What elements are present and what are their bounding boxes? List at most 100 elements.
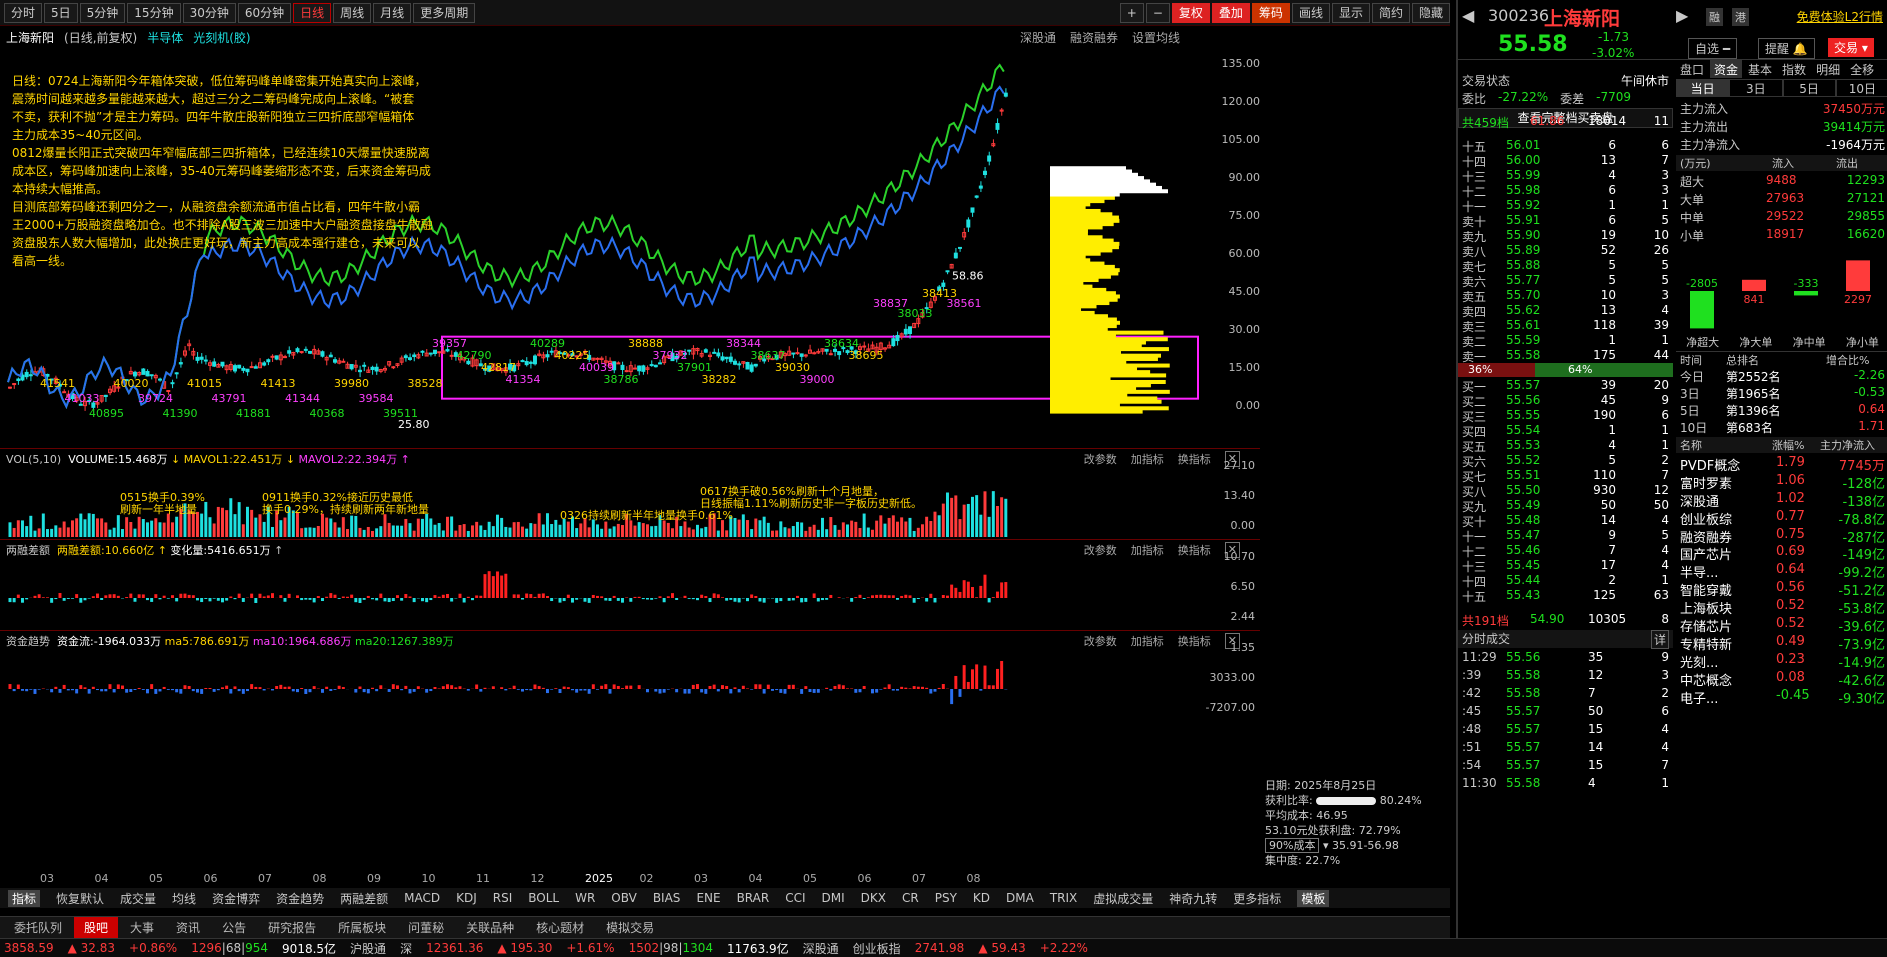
indicator-10[interactable]: BOLL (528, 891, 559, 905)
indicator-25[interactable]: 神奇九转 (1169, 890, 1217, 907)
header-link-2[interactable]: 设置均线 (1132, 29, 1180, 46)
fund-tab-0[interactable]: 盘口 (1676, 60, 1708, 78)
toolbar-btn-5[interactable]: 简约 (1371, 2, 1410, 23)
period-5[interactable]: 60分钟 (237, 2, 292, 23)
indicator-24[interactable]: 虚拟成交量 (1093, 890, 1153, 907)
bottom-tab-4[interactable]: 公告 (212, 917, 256, 938)
next-stock-icon[interactable]: ▶ (1676, 6, 1688, 25)
concept-row[interactable]: 深股通 1.02 -138亿 (1676, 491, 1887, 510)
concept-row[interactable]: 电子... -0.45 -9.30亿 (1676, 688, 1887, 707)
bottom-tab-10[interactable]: 模拟交易 (596, 917, 664, 938)
buy-level[interactable]: 十五 55.43 125 63 (1458, 588, 1673, 607)
indicator-22[interactable]: DMA (1006, 891, 1034, 905)
indicator-13[interactable]: BIAS (653, 891, 681, 905)
bottom-tab-5[interactable]: 研究报告 (258, 917, 326, 938)
indicator-2[interactable]: 成交量 (120, 890, 156, 907)
toolbar-btn-4[interactable]: 显示 (1331, 2, 1370, 23)
fund-subtab-1[interactable]: 3日 (1729, 79, 1783, 97)
fund-tab-3[interactable]: 指数 (1778, 60, 1810, 78)
ticks-detail-button[interactable]: 详 (1650, 630, 1669, 649)
concept-row[interactable]: 融资融券 0.75 -287亿 (1676, 527, 1887, 546)
toolbar-btn-0[interactable]: 复权 (1171, 2, 1210, 23)
indicator-18[interactable]: DKX (861, 891, 886, 905)
indicator-8[interactable]: KDJ (456, 891, 477, 905)
indicator-6[interactable]: 两融差额 (340, 890, 388, 907)
bottom-tab-6[interactable]: 所属板块 (328, 917, 396, 938)
indicator-23[interactable]: TRIX (1050, 891, 1077, 905)
concept-flow: -9.30亿 (1838, 691, 1885, 707)
concept-row[interactable]: 存储芯片 0.52 -39.6亿 (1676, 616, 1887, 635)
indicator-4[interactable]: 资金博弈 (212, 890, 260, 907)
indicator-3[interactable]: 均线 (172, 890, 196, 907)
concept-lithography[interactable]: 光刻机(胶) (193, 29, 250, 46)
cost-select[interactable]: 90%成本 (1265, 838, 1320, 853)
concept-row[interactable]: PVDF概念 1.79 7745万 (1676, 455, 1887, 474)
fund-tab-2[interactable]: 基本 (1744, 60, 1776, 78)
concept-row[interactable]: 国产芯片 0.69 -149亿 (1676, 544, 1887, 563)
bottom-tab-0[interactable]: 委托队列 (4, 917, 72, 938)
period-9[interactable]: 更多周期 (413, 2, 476, 23)
minus-icon[interactable]: − (1145, 2, 1170, 23)
period-1[interactable]: 5日 (44, 2, 78, 23)
remind-button[interactable]: 提醒 🔔 (1758, 38, 1815, 59)
indicator-1[interactable]: 恢复默认 (56, 890, 104, 907)
concept-row[interactable]: 中芯概念 0.08 -42.6亿 (1676, 670, 1887, 689)
period-2[interactable]: 5分钟 (79, 2, 126, 23)
sgt-link[interactable]: 深股通 (803, 940, 839, 957)
header-link-1[interactable]: 融资融券 (1070, 29, 1118, 46)
indicator-0[interactable]: 指标 (8, 889, 41, 907)
l2-trial-link[interactable]: 免费体验L2行情 (1797, 8, 1883, 25)
self-select-button[interactable]: 自选 ━ (1688, 38, 1738, 59)
margin-bar (396, 595, 399, 598)
bottom-tab-9[interactable]: 核心题材 (526, 917, 594, 938)
indicator-7[interactable]: MACD (404, 891, 440, 905)
indicator-20[interactable]: PSY (935, 891, 957, 905)
concept-row[interactable]: 专精特新 0.49 -73.9亿 (1676, 634, 1887, 653)
trade-button[interactable]: 交易 ▾ (1828, 38, 1874, 57)
toolbar-btn-1[interactable]: 叠加 (1211, 2, 1250, 23)
period-7[interactable]: 周线 (333, 2, 372, 23)
concept-row[interactable]: 上海板块 0.52 -53.8亿 (1676, 598, 1887, 617)
fund-subtab-2[interactable]: 5日 (1782, 79, 1836, 97)
fund-tab-1[interactable]: 资金 (1710, 60, 1743, 78)
plus-icon[interactable]: + (1119, 2, 1144, 23)
period-8[interactable]: 月线 (373, 2, 412, 23)
toolbar-btn-2[interactable]: 筹码 (1251, 2, 1290, 23)
concept-row[interactable]: 智能穿戴 0.56 -51.2亿 (1676, 580, 1887, 599)
prev-stock-icon[interactable]: ◀ (1462, 6, 1474, 25)
hgt-link[interactable]: 沪股通 (350, 940, 386, 957)
concept-semiconductor[interactable]: 半导体 (147, 29, 183, 46)
concept-row[interactable]: 富时罗素 1.06 -128亿 (1676, 473, 1887, 492)
indicator-9[interactable]: RSI (493, 891, 513, 905)
toolbar-btn-3[interactable]: 画线 (1291, 2, 1330, 23)
indicator-26[interactable]: 更多指标 (1233, 890, 1281, 907)
toolbar-btn-6[interactable]: 隐藏 (1411, 2, 1450, 23)
fund-tab-4[interactable]: 明细 (1812, 60, 1844, 78)
concept-row[interactable]: 光刻... 0.23 -14.9亿 (1676, 652, 1887, 671)
period-3[interactable]: 15分钟 (127, 2, 181, 23)
bottom-tab-8[interactable]: 关联品种 (456, 917, 524, 938)
indicator-14[interactable]: ENE (696, 891, 720, 905)
bottom-tab-1[interactable]: 股吧 (74, 917, 119, 938)
bottom-tab-2[interactable]: 大事 (120, 917, 164, 938)
indicator-27[interactable]: 模板 (1297, 889, 1330, 907)
indicator-5[interactable]: 资金趋势 (276, 890, 324, 907)
concept-row[interactable]: 创业板综 0.77 -78.8亿 (1676, 509, 1887, 528)
period-4[interactable]: 30分钟 (182, 2, 236, 23)
indicator-11[interactable]: WR (575, 891, 595, 905)
concept-row[interactable]: 半导... 0.64 -99.2亿 (1676, 562, 1887, 581)
indicator-16[interactable]: CCI (785, 891, 805, 905)
header-link-0[interactable]: 深股通 (1020, 29, 1056, 46)
indicator-21[interactable]: KD (973, 891, 990, 905)
fund-subtab-0[interactable]: 当日 (1676, 79, 1730, 97)
fund-subtab-3[interactable]: 10日 (1835, 79, 1887, 97)
indicator-15[interactable]: BRAR (737, 891, 770, 905)
bottom-tab-7[interactable]: 问董秘 (398, 917, 454, 938)
period-0[interactable]: 分时 (4, 2, 43, 23)
indicator-17[interactable]: DMI (822, 891, 845, 905)
bottom-tab-3[interactable]: 资讯 (166, 917, 210, 938)
indicator-19[interactable]: CR (902, 891, 919, 905)
indicator-12[interactable]: OBV (611, 891, 637, 905)
fund-tab-5[interactable]: 全移 (1846, 60, 1878, 78)
period-6[interactable]: 日线 (293, 2, 332, 23)
